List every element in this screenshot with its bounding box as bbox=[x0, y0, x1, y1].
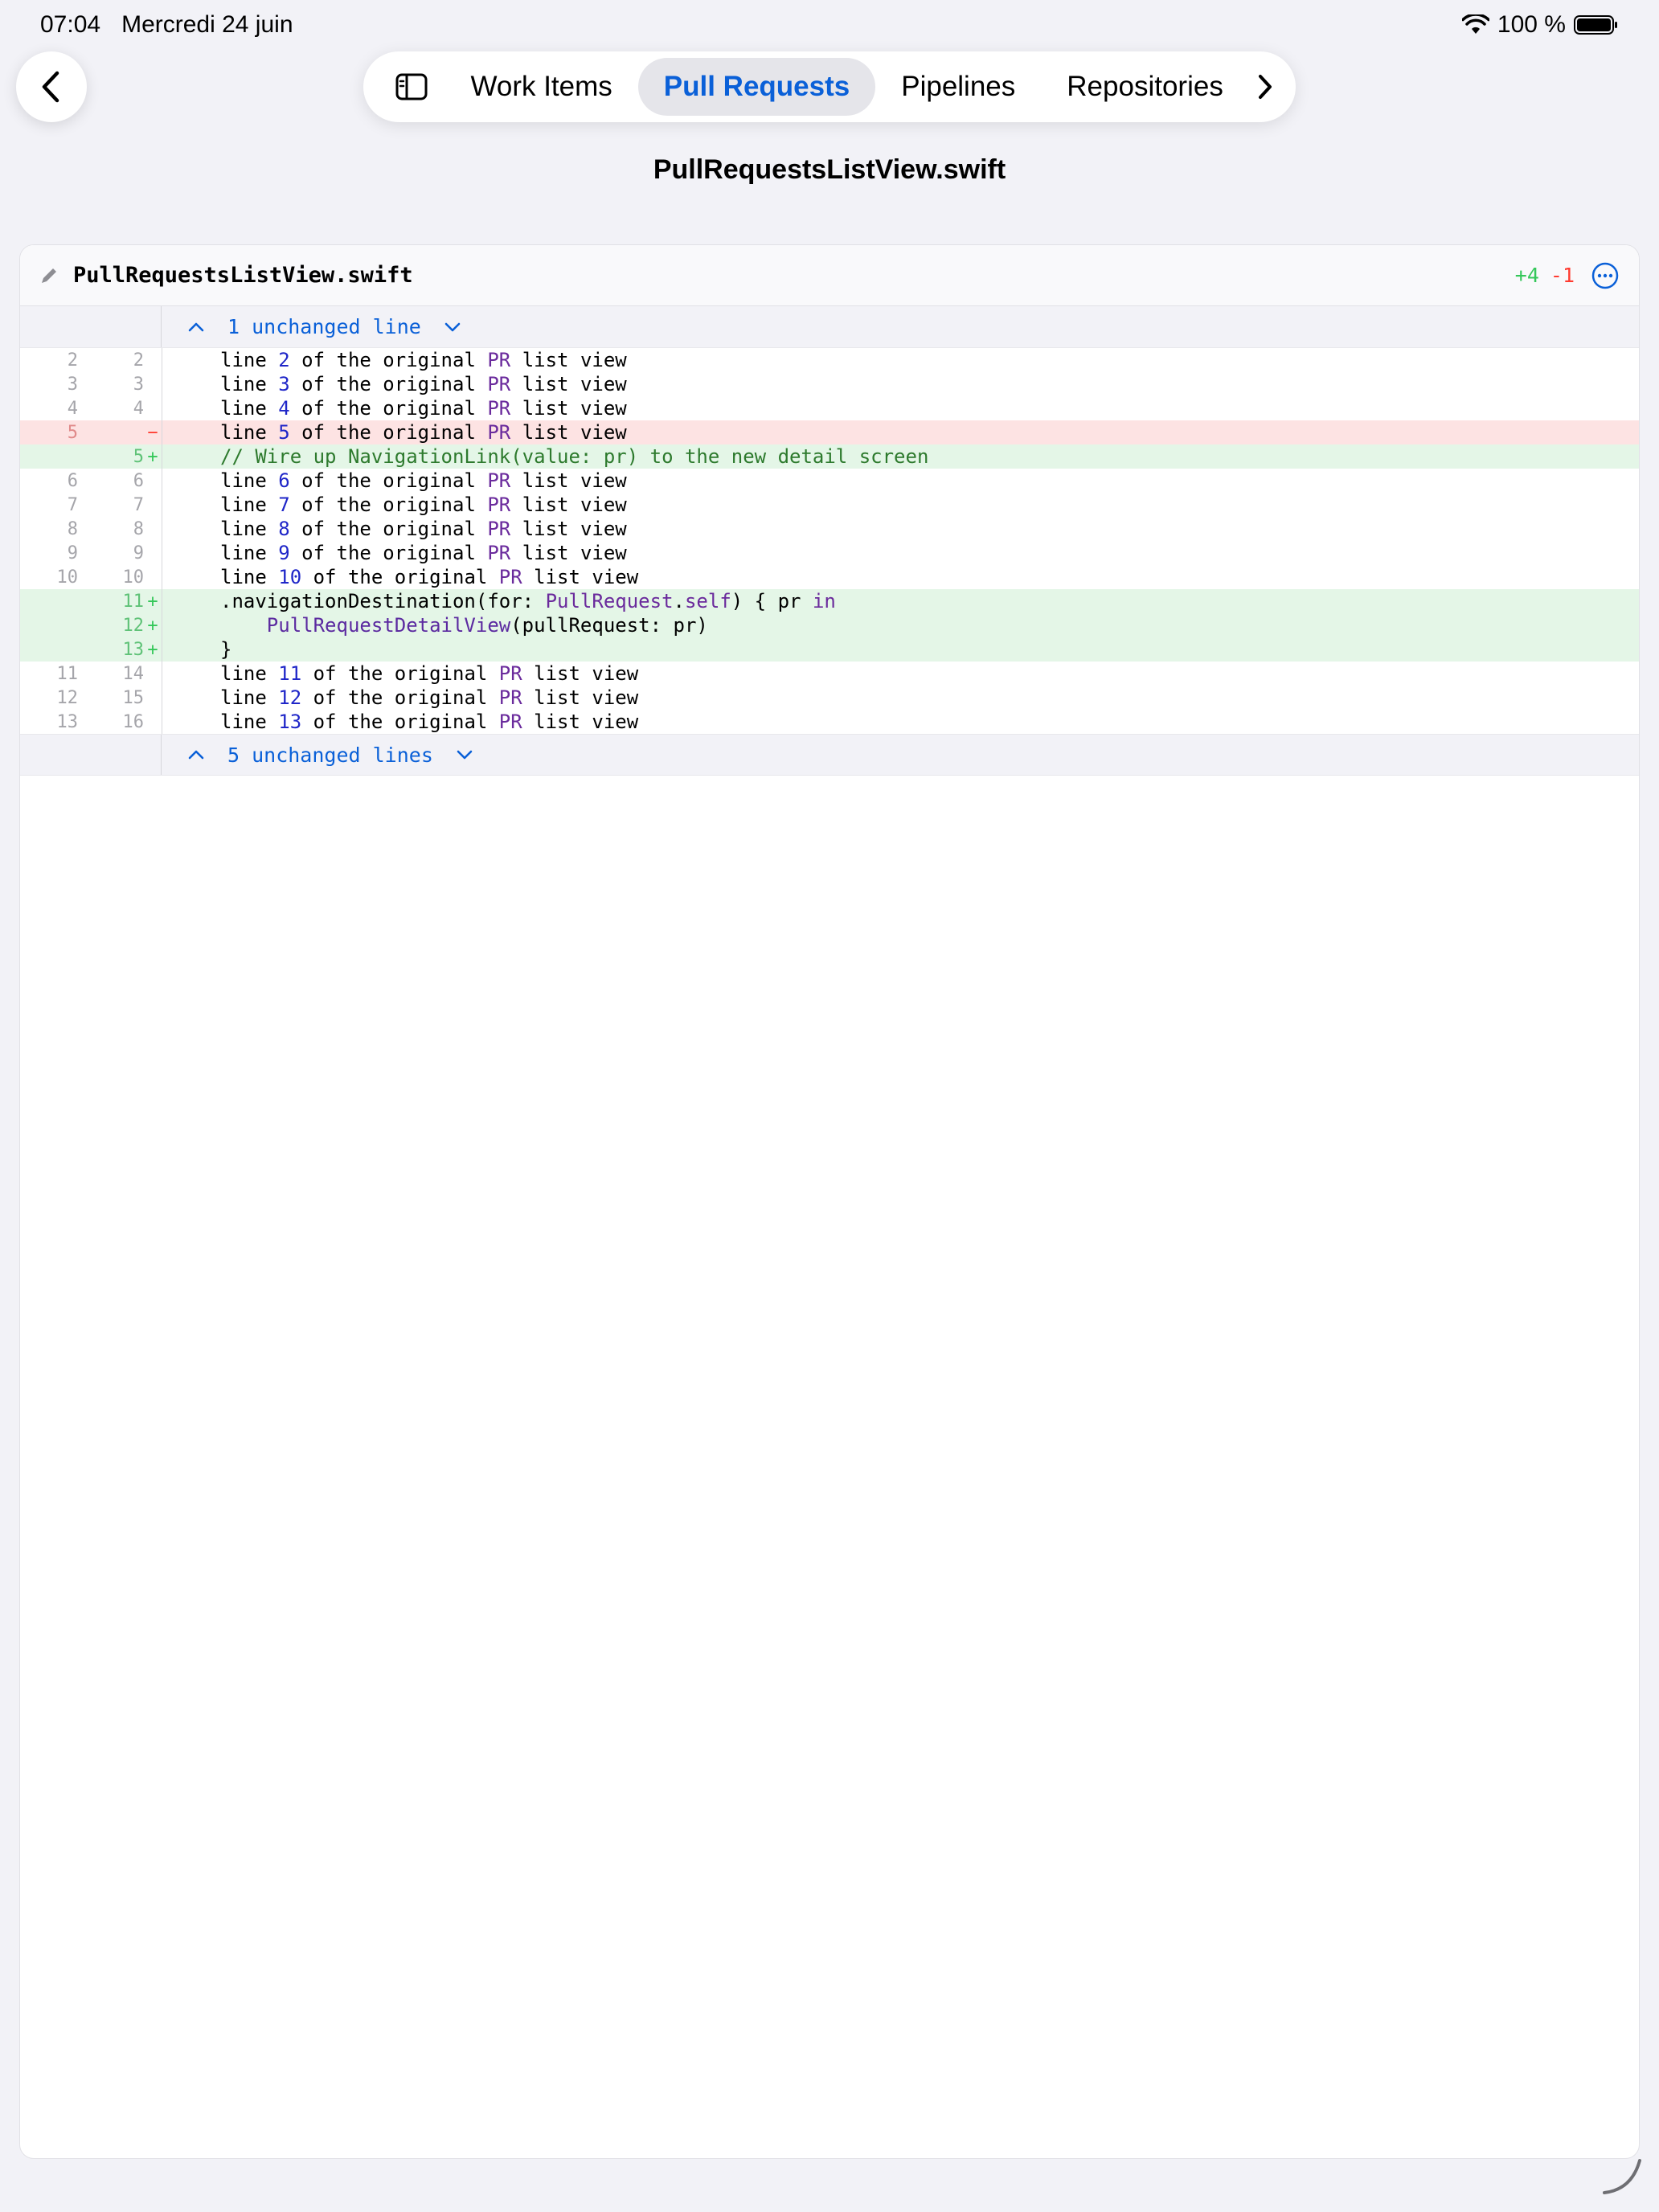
diff-file-name: PullRequestsListView.swift bbox=[73, 263, 413, 288]
new-line-number: 12 bbox=[122, 615, 145, 636]
code-text: .navigationDestination(for: PullRequest.… bbox=[220, 590, 836, 612]
old-line-number: 9 bbox=[67, 543, 78, 563]
new-line-number: 10 bbox=[122, 567, 145, 588]
code-text: PullRequestDetailView(pullRequest: pr) bbox=[266, 614, 708, 637]
wifi-icon bbox=[1461, 14, 1489, 34]
diff-card: PullRequestsListView.swift +4 -1 1 uncha… bbox=[19, 244, 1640, 2159]
fold-label-bottom[interactable]: 5 unchanged lines bbox=[227, 743, 433, 767]
old-line-number: 3 bbox=[67, 374, 78, 395]
chevron-left-icon bbox=[42, 71, 59, 103]
code-text: line 10 of the original PR list view bbox=[220, 566, 639, 588]
chevron-down-icon[interactable] bbox=[454, 744, 475, 765]
diff-line-context: 3 3 line 3 of the original PR list view bbox=[20, 372, 1639, 396]
code-text: // Wire up NavigationLink(value: pr) to … bbox=[220, 445, 929, 468]
code-text: line 6 of the original PR list view bbox=[220, 469, 627, 492]
code-text: line 2 of the original PR list view bbox=[220, 349, 627, 371]
chevron-up-icon[interactable] bbox=[186, 744, 207, 765]
code-text: line 5 of the original PR list view bbox=[220, 421, 627, 444]
new-line-number: 6 bbox=[133, 470, 144, 491]
diff-line-context: 11 14 line 11 of the original PR list view bbox=[20, 662, 1639, 686]
diff-line-context: 7 7 line 7 of the original PR list view bbox=[20, 493, 1639, 517]
fold-row-bottom: 5 unchanged lines bbox=[20, 734, 1639, 776]
page-title: PullRequestsListView.swift bbox=[653, 154, 1006, 185]
old-line-number: 6 bbox=[67, 470, 78, 491]
more-tabs-button[interactable] bbox=[1249, 51, 1281, 122]
diff-line-removed: 5 − line 5 of the original PR list view bbox=[20, 420, 1639, 444]
diff-header: PullRequestsListView.swift +4 -1 bbox=[20, 245, 1639, 306]
diff-marker: + bbox=[147, 639, 158, 660]
status-time: 07:04 bbox=[40, 11, 101, 38]
new-line-number: 2 bbox=[133, 350, 144, 371]
old-line-number: 11 bbox=[56, 663, 79, 684]
diff-line-added: 11 + .navigationDestination(for: PullReque… bbox=[20, 589, 1639, 613]
tab-work-items[interactable]: Work Items bbox=[444, 58, 637, 116]
diff-line-context: 8 8 line 8 of the original PR list view bbox=[20, 517, 1639, 541]
diff-line-context: 13 16 line 13 of the original PR list view bbox=[20, 710, 1639, 734]
new-line-number: 9 bbox=[133, 543, 144, 563]
diff-line-context: 6 6 line 6 of the original PR list view bbox=[20, 469, 1639, 493]
diff-line-added: 13 +} bbox=[20, 637, 1639, 662]
deletions-count: -1 bbox=[1550, 264, 1575, 287]
chevron-right-icon bbox=[1258, 75, 1272, 99]
old-line-number: 13 bbox=[56, 711, 79, 732]
code-text: line 13 of the original PR list view bbox=[220, 711, 639, 733]
fold-label-top[interactable]: 1 unchanged line bbox=[227, 315, 421, 338]
new-line-number: 11 bbox=[122, 591, 145, 612]
new-line-number: 5 bbox=[133, 446, 144, 467]
diff-line-context: 9 9 line 9 of the original PR list view bbox=[20, 541, 1639, 565]
new-line-number: 4 bbox=[133, 398, 144, 419]
diff-marker: + bbox=[147, 591, 158, 612]
new-line-number: 8 bbox=[133, 518, 144, 539]
battery-icon bbox=[1574, 15, 1617, 35]
diff-lines: 2 2 line 2 of the original PR list view 3 3 l… bbox=[20, 348, 1639, 734]
old-line-number: 10 bbox=[56, 567, 79, 588]
old-line-number: 7 bbox=[67, 494, 78, 515]
diff-line-context: 10 10 line 10 of the original PR list view bbox=[20, 565, 1639, 589]
status-bar: 07:04 Mercredi 24 juin 100 % bbox=[0, 0, 1659, 51]
old-line-number: 5 bbox=[67, 422, 78, 443]
diff-marker: − bbox=[147, 422, 158, 443]
diff-line-context: 4 4 line 4 of the original PR list view bbox=[20, 396, 1639, 420]
new-line-number: 13 bbox=[122, 639, 145, 660]
diff-line-context: 2 2 line 2 of the original PR list view bbox=[20, 348, 1639, 372]
old-line-number: 8 bbox=[67, 518, 78, 539]
pencil-icon bbox=[42, 268, 56, 283]
diff-line-added: 12 + PullRequestDetailView(pullRequest: p… bbox=[20, 613, 1639, 637]
code-text: line 3 of the original PR list view bbox=[220, 373, 627, 395]
tab-repositories[interactable]: Repositories bbox=[1041, 58, 1249, 116]
new-line-number: 15 bbox=[122, 687, 145, 708]
new-line-number: 3 bbox=[133, 374, 144, 395]
diff-line-added: 5 + // Wire up NavigationLink(value: pr) t… bbox=[20, 444, 1639, 469]
fold-row-top: 1 unchanged line bbox=[20, 306, 1639, 348]
code-text: } bbox=[220, 638, 232, 661]
new-line-number: 14 bbox=[122, 663, 145, 684]
back-button[interactable] bbox=[16, 51, 87, 122]
diff-line-context: 12 15 line 12 of the original PR list view bbox=[20, 686, 1639, 710]
old-line-number: 2 bbox=[67, 350, 78, 371]
battery-percent: 100 % bbox=[1497, 11, 1566, 38]
code-text: line 7 of the original PR list view bbox=[220, 494, 627, 516]
additions-count: +4 bbox=[1514, 264, 1539, 287]
sidebar-toggle-button[interactable] bbox=[378, 51, 444, 122]
new-line-number: 7 bbox=[133, 494, 144, 515]
tab-bar: Work Items Pull Requests Pipelines Repos… bbox=[363, 51, 1296, 122]
old-line-number: 12 bbox=[56, 687, 79, 708]
new-line-number: 16 bbox=[122, 711, 145, 732]
code-text: line 12 of the original PR list view bbox=[220, 686, 639, 709]
code-text: line 4 of the original PR list view bbox=[220, 397, 627, 420]
diff-marker: + bbox=[147, 615, 158, 636]
tab-pipelines[interactable]: Pipelines bbox=[875, 58, 1041, 116]
status-date: Mercredi 24 juin bbox=[121, 11, 293, 38]
code-text: line 11 of the original PR list view bbox=[220, 662, 639, 685]
tab-pull-requests[interactable]: Pull Requests bbox=[637, 58, 876, 116]
more-circle-icon[interactable] bbox=[1591, 261, 1620, 290]
chevron-up-icon[interactable] bbox=[186, 317, 207, 338]
old-line-number: 4 bbox=[67, 398, 78, 419]
code-text: line 9 of the original PR list view bbox=[220, 542, 627, 564]
sidebar-icon bbox=[395, 73, 428, 100]
chevron-down-icon[interactable] bbox=[442, 317, 463, 338]
diff-marker: + bbox=[147, 446, 158, 467]
resize-handle-icon[interactable] bbox=[1600, 2153, 1645, 2198]
code-text: line 8 of the original PR list view bbox=[220, 518, 627, 540]
